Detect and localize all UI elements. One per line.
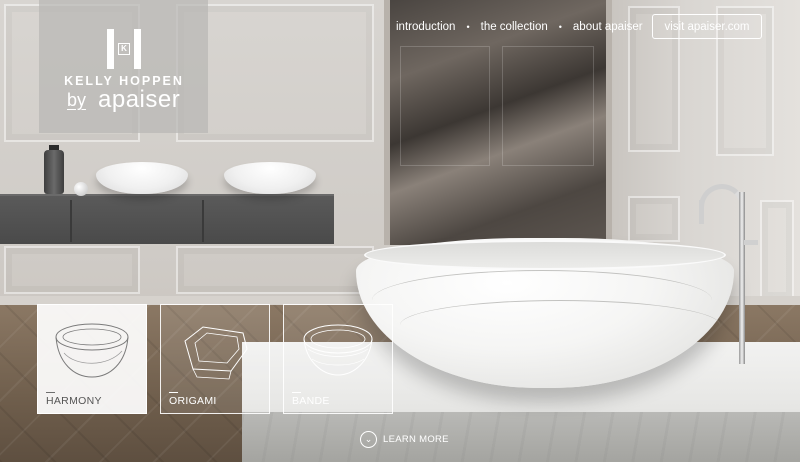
nav-separator: • bbox=[558, 22, 562, 32]
product-label: ORIGAMI bbox=[169, 395, 217, 407]
nav-about-apaiser[interactable]: about apaiser bbox=[573, 21, 643, 33]
brand-partner: apaiser bbox=[98, 86, 181, 113]
kelly-hoppen-logo-icon[interactable]: K bbox=[107, 29, 141, 69]
origami-tub-icon bbox=[184, 326, 248, 380]
visit-apaiser-button[interactable]: visit apaiser.com bbox=[652, 14, 762, 39]
main-nav: introduction • the collection • about ap… bbox=[396, 18, 643, 36]
wall-panel bbox=[176, 246, 374, 294]
nav-separator: • bbox=[466, 22, 470, 32]
brand-by: by bbox=[67, 90, 87, 110]
wall-panel bbox=[760, 200, 794, 300]
bathtub-band-line bbox=[400, 300, 720, 350]
faucet-handle bbox=[744, 240, 758, 245]
product-label: BANDE bbox=[292, 395, 330, 407]
wall-panel bbox=[4, 246, 140, 294]
nav-introduction[interactable]: introduction bbox=[396, 21, 455, 33]
product-card-harmony[interactable]: HARMONY bbox=[37, 304, 147, 414]
basin-right bbox=[224, 162, 316, 194]
chevron-down-icon: ⌄ bbox=[360, 431, 377, 448]
bande-tub-icon bbox=[303, 324, 373, 376]
product-label: HARMONY bbox=[46, 395, 102, 407]
wall-panel bbox=[628, 196, 680, 242]
product-card-origami[interactable]: ORIGAMI bbox=[160, 304, 270, 414]
decor-bottle bbox=[44, 150, 64, 194]
marble-platform-front bbox=[242, 412, 800, 462]
antique-mirror bbox=[384, 0, 612, 245]
faucet-spout bbox=[699, 200, 704, 218]
basin-left bbox=[96, 162, 188, 194]
product-card-bande[interactable]: BANDE bbox=[283, 304, 393, 414]
vanity-cabinet bbox=[0, 194, 334, 244]
decor-sphere bbox=[74, 182, 88, 196]
floor-faucet bbox=[739, 192, 745, 364]
learn-more-label: LEARN MORE bbox=[383, 434, 449, 445]
learn-more-button[interactable]: ⌄ LEARN MORE bbox=[360, 431, 449, 448]
bathtub-rim bbox=[364, 240, 726, 270]
harmony-tub-icon bbox=[55, 323, 129, 378]
nav-the-collection[interactable]: the collection bbox=[481, 21, 548, 33]
